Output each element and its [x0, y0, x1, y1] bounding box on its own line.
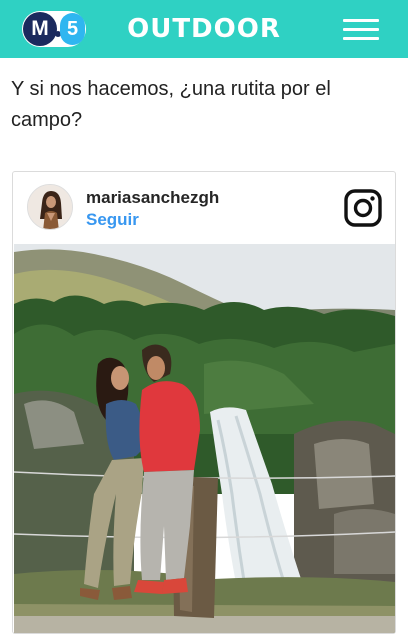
hamburger-menu-icon[interactable] — [343, 19, 379, 41]
follow-button[interactable]: Seguir — [86, 210, 139, 230]
instagram-embed: mariasanchezgh Seguir — [12, 171, 396, 634]
top-bar: M 5 OUTDOOR — [0, 0, 408, 58]
post-photo[interactable] — [13, 244, 395, 633]
profile-avatar[interactable] — [27, 184, 73, 230]
article-headline: Y si nos hacemos, ¿una rutita por el cam… — [11, 78, 331, 131]
instagram-icon[interactable] — [344, 189, 382, 227]
instagram-username[interactable]: mariasanchezgh — [86, 188, 219, 208]
